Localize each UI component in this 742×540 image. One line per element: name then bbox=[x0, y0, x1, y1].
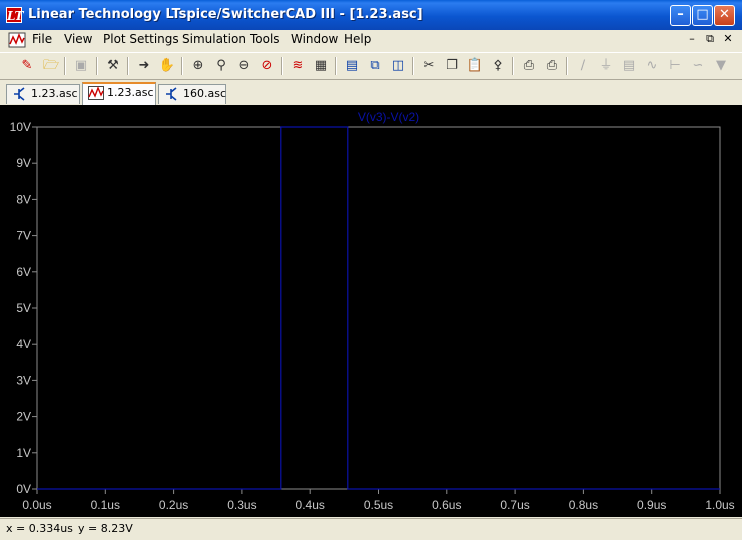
title-bar: LT Linear Technology LTspice/SwitcherCAD… bbox=[0, 0, 742, 30]
x-tick-label: 0.9us bbox=[637, 498, 666, 512]
tab-label: 1.23.asc bbox=[31, 87, 78, 100]
inductor-icon[interactable]: ∽ bbox=[689, 57, 707, 75]
tab-waveform-1-23[interactable]: 1.23.asc bbox=[82, 82, 156, 105]
fit-icon[interactable]: ▦ bbox=[312, 57, 330, 75]
paste-icon[interactable]: 📋 bbox=[466, 57, 484, 75]
copy-icon[interactable]: ❐ bbox=[443, 57, 461, 75]
pan-hand-icon[interactable]: ✋ bbox=[158, 57, 176, 75]
x-tick-label: 0.2us bbox=[159, 498, 188, 512]
menu-tools[interactable]: Tools bbox=[250, 32, 280, 46]
document-tabs: 1.23.asc 1.23.asc 160.asc bbox=[0, 81, 742, 105]
capacitor-icon[interactable]: ⊢ bbox=[666, 57, 684, 75]
waveform-doc-icon[interactable] bbox=[8, 32, 26, 48]
print-preview-icon[interactable]: ⎙ bbox=[520, 57, 538, 75]
tab-schematic-1-23[interactable]: 1.23.asc bbox=[6, 84, 80, 104]
mdi-minimize-button[interactable]: – bbox=[684, 32, 700, 47]
menu-file[interactable]: File bbox=[32, 32, 52, 46]
ground-icon[interactable]: ⏚ bbox=[597, 57, 615, 75]
x-tick-label: 0.3us bbox=[227, 498, 256, 512]
waveform-plot-pane[interactable]: 0V 1V 2V 3V 4V 5V 6V 7V 8V 9V 10V 0.0us 0.1us 0.2us 0.… bbox=[0, 105, 742, 517]
y-tick-label: 8V bbox=[16, 192, 31, 206]
toolbar-separator bbox=[181, 57, 183, 75]
tab-label: 160.asc bbox=[183, 87, 227, 100]
toolbar-separator bbox=[412, 57, 414, 75]
tab-label: 1.23.asc bbox=[107, 86, 154, 99]
zoom-out-icon[interactable]: ⊖ bbox=[235, 57, 253, 75]
cursor-y-readout: y = 8.23V bbox=[78, 522, 133, 535]
find-icon[interactable]: ⚴ bbox=[489, 57, 507, 75]
open-icon[interactable]: 🗁 bbox=[42, 57, 60, 75]
autorange-icon[interactable]: ≋ bbox=[289, 57, 307, 75]
minimize-button[interactable]: – bbox=[670, 5, 691, 26]
x-tick-label: 0.6us bbox=[432, 498, 461, 512]
schematic-icon bbox=[14, 87, 25, 101]
y-tick-label: 5V bbox=[16, 301, 31, 315]
plot-frame bbox=[36, 126, 721, 490]
toolbar-separator bbox=[281, 57, 283, 75]
control-panel-icon[interactable]: ⚒ bbox=[104, 57, 122, 75]
schematic-icon bbox=[166, 87, 177, 101]
waveform-icon bbox=[88, 86, 104, 100]
print-icon[interactable]: ⎙ bbox=[543, 57, 561, 75]
resistor-icon[interactable]: ∿ bbox=[643, 57, 661, 75]
maximize-button[interactable]: □ bbox=[692, 5, 713, 26]
x-tick-label: 0.0us bbox=[22, 498, 51, 512]
series-label: V(v3)-V(v2) bbox=[358, 110, 419, 124]
zoom-area-icon[interactable]: ⚲ bbox=[212, 57, 230, 75]
waveform-plot[interactable]: 0V 1V 2V 3V 4V 5V 6V 7V 8V 9V 10V 0.0us 0.1us 0.2us 0.… bbox=[0, 105, 742, 517]
toolbar-separator bbox=[512, 57, 514, 75]
menu-help[interactable]: Help bbox=[344, 32, 371, 46]
zoom-cancel-icon[interactable]: ⊘ bbox=[258, 57, 276, 75]
menu-window[interactable]: Window bbox=[291, 32, 338, 46]
toolbar-separator bbox=[566, 57, 568, 75]
window-title: Linear Technology LTspice/SwitcherCAD II… bbox=[28, 7, 423, 22]
draw-wire-icon[interactable]: ∕ bbox=[574, 57, 592, 75]
tile-horizontal-icon[interactable]: ▤ bbox=[343, 57, 361, 75]
cascade-icon[interactable]: ⧉ bbox=[366, 57, 384, 75]
y-tick-label: 6V bbox=[16, 265, 31, 279]
cut-icon[interactable]: ✂ bbox=[420, 57, 438, 75]
toolbar-separator bbox=[96, 57, 98, 75]
new-schematic-icon[interactable]: ✎ bbox=[18, 57, 36, 75]
ltspice-logo-icon[interactable]: LT bbox=[6, 7, 23, 23]
y-tick-label: 7V bbox=[16, 229, 31, 243]
mdi-close-button[interactable]: ✕ bbox=[720, 32, 736, 47]
toolbar-separator bbox=[64, 57, 66, 75]
close-button[interactable]: ✕ bbox=[714, 5, 735, 26]
save-icon[interactable]: ▣ bbox=[72, 57, 90, 75]
label-icon[interactable]: ▤ bbox=[620, 57, 638, 75]
toolbar-separator bbox=[127, 57, 129, 75]
tile-vertical-icon[interactable]: ◫ bbox=[389, 57, 407, 75]
cursor-x-readout: x = 0.334us bbox=[6, 522, 73, 535]
run-icon[interactable]: ➜ bbox=[135, 57, 153, 75]
x-tick-label: 0.4us bbox=[296, 498, 325, 512]
zoom-in-icon[interactable]: ⊕ bbox=[189, 57, 207, 75]
toolbar: ✎ 🗁 ▣ ⚒ ➜ ✋ ⊕ ⚲ ⊖ ⊘ ≋ ▦ ▤ ⧉ ◫ ✂ ❐ 📋 ⚴ ⎙ … bbox=[0, 52, 742, 80]
menu-simulation[interactable]: Simulation bbox=[182, 32, 246, 46]
x-tick-label: 0.5us bbox=[364, 498, 393, 512]
x-tick-label: 0.7us bbox=[500, 498, 529, 512]
y-tick-label: 3V bbox=[16, 373, 31, 387]
diode-icon[interactable]: ▼ bbox=[712, 57, 730, 75]
status-bar: x = 0.334us y = 8.23V bbox=[0, 518, 742, 540]
series-line bbox=[37, 126, 720, 490]
x-tick-label: 1.0us bbox=[705, 498, 734, 512]
toolbar-separator bbox=[335, 57, 337, 75]
y-tick-label: 0V bbox=[16, 482, 31, 496]
y-tick-label: 9V bbox=[16, 156, 31, 170]
y-tick-label: 2V bbox=[16, 410, 31, 424]
x-tick-label: 0.1us bbox=[91, 498, 120, 512]
tab-schematic-160[interactable]: 160.asc bbox=[158, 84, 226, 104]
x-tick-label: 0.8us bbox=[569, 498, 598, 512]
y-tick-label: 10V bbox=[10, 120, 31, 134]
y-tick-label: 1V bbox=[16, 446, 31, 460]
y-tick-label: 4V bbox=[16, 337, 31, 351]
menu-view[interactable]: View bbox=[64, 32, 92, 46]
menu-bar: File View Plot Settings Simulation Tools… bbox=[0, 30, 742, 50]
menu-plot-settings[interactable]: Plot Settings bbox=[103, 32, 179, 46]
mdi-restore-button[interactable]: ⧉ bbox=[702, 32, 718, 47]
